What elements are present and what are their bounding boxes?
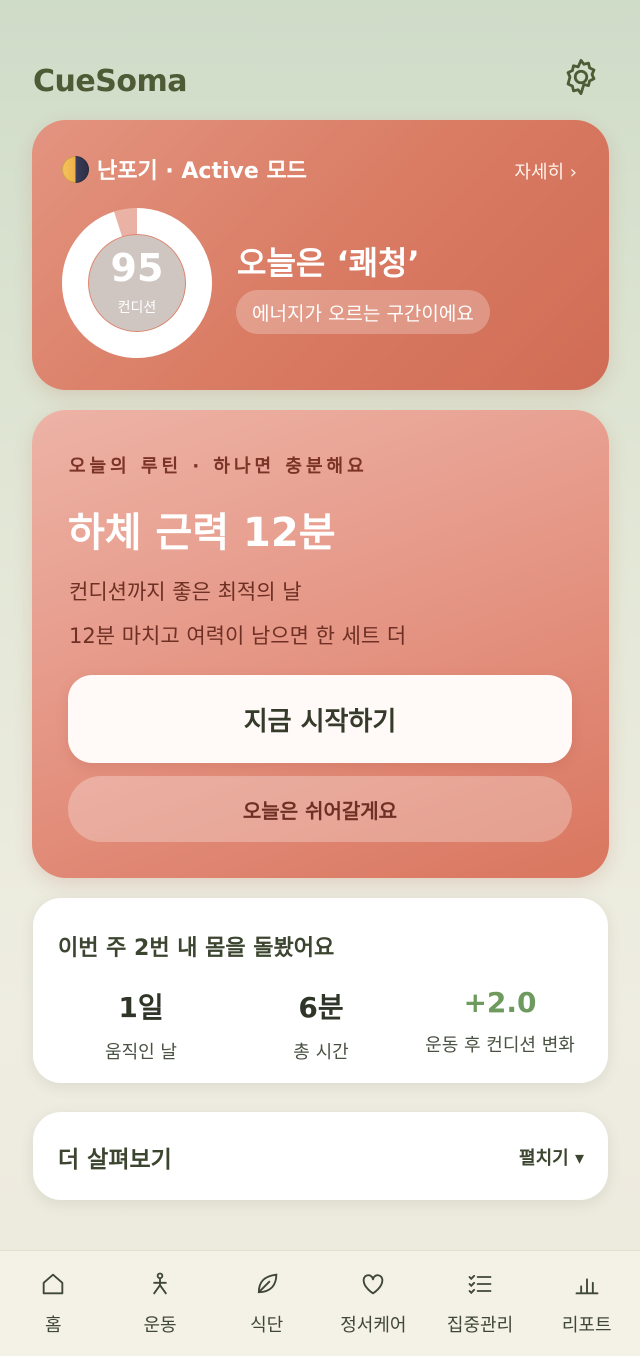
- condition-ring: 95 컨디션: [62, 208, 212, 358]
- stat-label: 총 시간: [293, 1042, 349, 1063]
- stat-value: 6분: [298, 991, 344, 1024]
- condition-label: 컨디션: [117, 300, 157, 316]
- routine-card: 오늘의 루틴 · 하나면 충분해요 하체 근력 12분 컨디션까지 좋은 최적의…: [32, 410, 609, 878]
- routine-description: 컨디션까지 좋은 최적의 날 12분 마치고 여력이 남으면 한 세트 더: [69, 570, 406, 658]
- checklist-icon: [465, 1269, 495, 1299]
- heart-icon: [358, 1269, 388, 1299]
- routine-title: 하체 근력 12분: [68, 510, 336, 556]
- home-icon: [38, 1269, 68, 1299]
- gear-icon: [560, 56, 602, 102]
- stat-value: 1일: [118, 991, 164, 1024]
- nav-item-focus[interactable]: 집중관리: [427, 1251, 534, 1356]
- detail-link[interactable]: 자세히 ›: [514, 158, 577, 184]
- expand-toggle[interactable]: 펼치기 ▾: [519, 1144, 584, 1170]
- nav-label: 리포트: [561, 1315, 612, 1336]
- nav-label: 운동: [143, 1315, 177, 1336]
- condition-score: 95: [110, 246, 164, 290]
- stat-condition-change: +2.0 운동 후 컨디션 변화: [405, 986, 595, 1057]
- bottom-nav: 홈 운동 식단 정서케어 집중관리 리포트: [0, 1250, 640, 1356]
- nav-label: 식단: [250, 1315, 284, 1336]
- explore-more-card[interactable]: 더 살펴보기 펼치기 ▾: [33, 1112, 608, 1200]
- mood-title: 오늘은 ‘쾌청’: [237, 244, 420, 282]
- nav-item-diet[interactable]: 식단: [213, 1251, 320, 1356]
- start-now-button[interactable]: 지금 시작하기: [68, 675, 572, 763]
- rest-today-button[interactable]: 오늘은 쉬어갈게요: [68, 776, 572, 842]
- nav-item-home[interactable]: 홈: [0, 1251, 107, 1356]
- nav-label: 집중관리: [446, 1315, 514, 1336]
- stat-active-days: 1일 움직인 날: [46, 986, 236, 1064]
- leaf-icon: [252, 1269, 282, 1299]
- routine-kicker: 오늘의 루틴 · 하나면 충분해요: [69, 456, 368, 477]
- app-title: CueSoma: [33, 64, 187, 99]
- settings-button[interactable]: [558, 56, 604, 102]
- weekly-summary-card: 이번 주 2번 내 몸을 돌봤어요 1일 움직인 날 6분 총 시간 +2.0 …: [33, 898, 608, 1083]
- app-header: CueSoma: [0, 52, 640, 112]
- nav-label: 홈: [45, 1315, 62, 1336]
- stat-label: 움직인 날: [105, 1042, 177, 1063]
- routine-desc-line-1: 컨디션까지 좋은 최적의 날: [69, 580, 302, 604]
- exercise-icon: [145, 1269, 175, 1299]
- explore-more-title: 더 살펴보기: [58, 1147, 172, 1173]
- nav-item-report[interactable]: 리포트: [533, 1251, 640, 1356]
- nav-label: 정서케어: [340, 1315, 407, 1336]
- condition-score-center: 95 컨디션: [89, 235, 185, 331]
- stat-total-time: 6분 총 시간: [226, 986, 416, 1064]
- cycle-status-card: 난포기 · Active 모드 자세히 › 95 컨디션 오늘은 ‘쾌청’ 에너…: [32, 120, 609, 390]
- weekly-summary-title: 이번 주 2번 내 몸을 돌봤어요: [58, 936, 335, 961]
- routine-desc-line-2: 12분 마치고 여력이 남으면 한 세트 더: [69, 624, 407, 648]
- nav-item-exercise[interactable]: 운동: [107, 1251, 214, 1356]
- stat-value: +2.0: [463, 986, 537, 1019]
- nav-item-emotion-care[interactable]: 정서케어: [320, 1251, 427, 1356]
- phase-indicator: 난포기 · Active 모드: [62, 154, 307, 184]
- moon-phase-icon: [62, 155, 89, 183]
- bar-chart-icon: [572, 1269, 602, 1299]
- stat-label: 운동 후 컨디션 변화: [425, 1035, 575, 1056]
- mood-pill: 에너지가 오르는 구간이에요: [236, 290, 490, 334]
- phase-label: 난포기 · Active 모드: [97, 159, 307, 184]
